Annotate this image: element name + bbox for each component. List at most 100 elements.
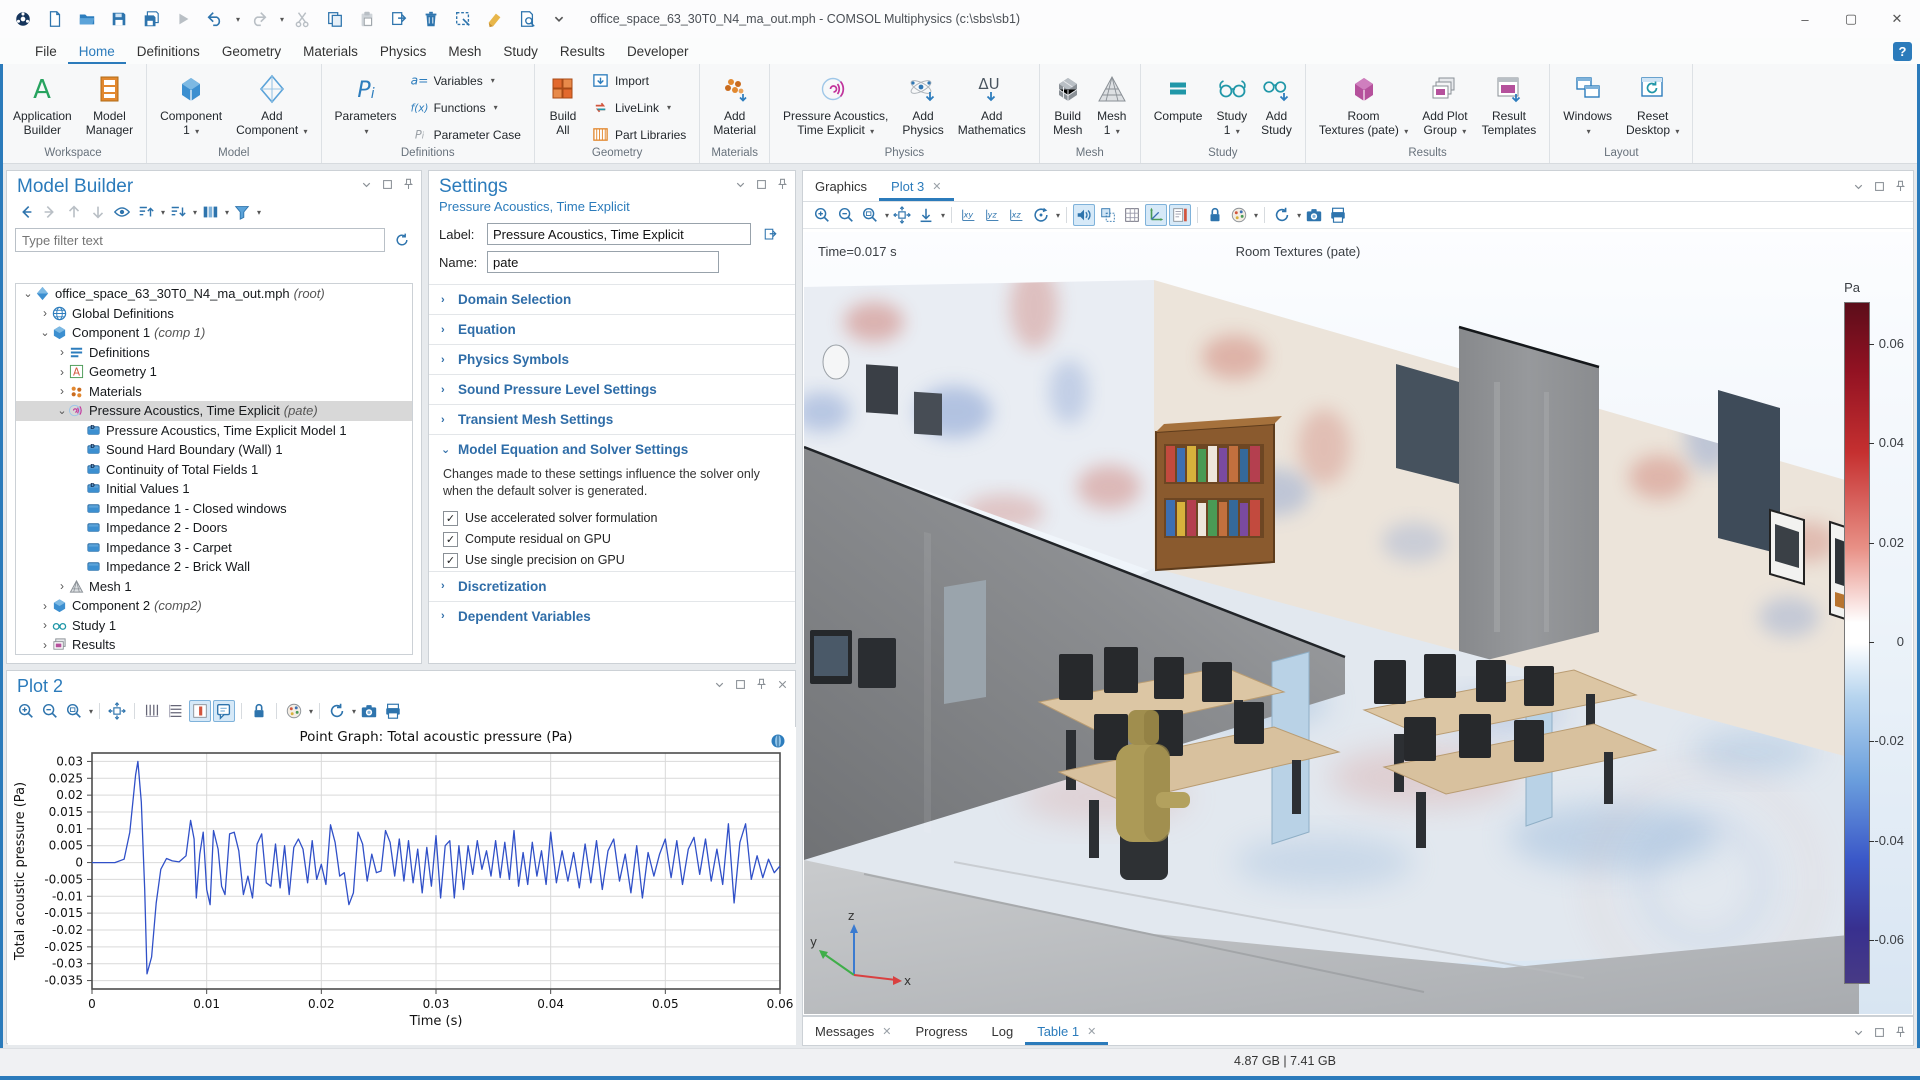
result-templates-button[interactable]: Result Templates bbox=[1475, 69, 1544, 146]
select-box-icon[interactable] bbox=[450, 6, 476, 32]
tree-item[interactable]: Impedance 2 - Brick Wall bbox=[16, 557, 412, 577]
tree-item[interactable]: D Initial Values 1 bbox=[16, 479, 412, 499]
tree-collapsed-arrow[interactable]: › bbox=[39, 306, 51, 320]
menu-file[interactable]: File bbox=[24, 41, 68, 64]
dropdown-caret-icon[interactable]: ▾ bbox=[236, 15, 240, 24]
menu-materials[interactable]: Materials bbox=[292, 41, 369, 64]
dropdown-caret-icon[interactable]: ▾ bbox=[161, 208, 165, 217]
view-yz-button[interactable]: yz bbox=[982, 204, 1004, 226]
add-physics-button[interactable]: Add Physics bbox=[895, 69, 950, 146]
section-header[interactable]: › Physics Symbols bbox=[429, 345, 795, 374]
section-header[interactable]: › Sound Pressure Level Settings bbox=[429, 375, 795, 404]
build-mesh-button[interactable]: Build Mesh bbox=[1046, 69, 1090, 146]
transparency-button[interactable] bbox=[1097, 204, 1119, 226]
panel-pin-button[interactable] bbox=[401, 177, 415, 191]
panel-menu-button[interactable] bbox=[359, 177, 373, 191]
dropdown-caret-icon[interactable]: ▾ bbox=[225, 208, 229, 217]
save-all-icon[interactable] bbox=[138, 6, 164, 32]
section-header[interactable]: › Transient Mesh Settings bbox=[429, 405, 795, 434]
mesh1-button[interactable]: Mesh 1 ▾ bbox=[1090, 69, 1134, 146]
tree-item[interactable]: D Continuity of Total Fields 1 bbox=[16, 460, 412, 480]
tree-collapsed-arrow[interactable]: › bbox=[56, 384, 68, 398]
tree-item[interactable]: › Definitions bbox=[16, 343, 412, 363]
tree-collapsed-arrow[interactable]: › bbox=[39, 618, 51, 632]
pressure-acoustics-button[interactable]: Pressure Acoustics, Time Explicit ▾ bbox=[776, 69, 895, 146]
room-textures-button[interactable]: Room Textures (pate) ▾ bbox=[1312, 69, 1415, 146]
parameters-button[interactable]: Pi Parameters ▾ bbox=[328, 69, 404, 146]
tree-collapsed-arrow[interactable]: › bbox=[56, 365, 68, 379]
tree-collapsed-arrow[interactable]: › bbox=[56, 579, 68, 593]
sort-asc-button[interactable] bbox=[135, 201, 157, 223]
dropdown-caret-icon[interactable]: ▾ bbox=[193, 208, 197, 217]
tree-item[interactable]: Impedance 3 - Carpet bbox=[16, 538, 412, 558]
panel-menu-button[interactable] bbox=[1851, 1025, 1865, 1039]
arrow-down-button[interactable] bbox=[87, 201, 109, 223]
windows-button[interactable]: Windows ▾ bbox=[1556, 69, 1619, 146]
paste-icon[interactable] bbox=[354, 6, 380, 32]
reset-desktop-button[interactable]: Reset Desktop ▾ bbox=[1619, 69, 1686, 146]
add-component-button[interactable]: Add Component ▾ bbox=[229, 69, 314, 146]
fit-button[interactable] bbox=[106, 700, 128, 722]
checkbox[interactable]: ✓ bbox=[443, 510, 458, 526]
panel-float-button[interactable] bbox=[1872, 179, 1886, 193]
point-graph-chart[interactable]: 0 0.01 0.02 0.03 0.04 0.05 0.06 0.03 0.025 0.02 0.… bbox=[8, 727, 796, 1045]
orient-button[interactable] bbox=[915, 204, 937, 226]
tree-item[interactable]: ⌄ Component 1 (comp 1) bbox=[16, 323, 412, 343]
add-material-button[interactable]: Add Material bbox=[706, 69, 763, 146]
view-xz-button[interactable]: xz bbox=[1006, 204, 1028, 226]
dropdown-caret-icon[interactable]: ▾ bbox=[257, 208, 261, 217]
rotate-button[interactable] bbox=[1030, 204, 1052, 226]
menu-home[interactable]: Home bbox=[68, 41, 126, 64]
name-field-input[interactable] bbox=[487, 251, 719, 273]
zoom-out-button[interactable] bbox=[39, 700, 61, 722]
help-button[interactable]: ? bbox=[1893, 42, 1912, 61]
panel-menu-button[interactable] bbox=[712, 677, 726, 691]
grid3d-button[interactable] bbox=[1121, 204, 1143, 226]
tree-collapsed-arrow[interactable]: › bbox=[39, 638, 51, 652]
tab-log[interactable]: Log bbox=[980, 1017, 1026, 1045]
run-icon[interactable] bbox=[170, 6, 196, 32]
arrow-up-button[interactable] bbox=[63, 201, 85, 223]
funnel-button[interactable] bbox=[231, 201, 253, 223]
minimize-button[interactable]: – bbox=[1782, 0, 1828, 38]
zoom-box-button[interactable] bbox=[859, 204, 881, 226]
model-manager-button[interactable]: Model Manager bbox=[79, 69, 140, 146]
maximize-button[interactable]: ▢ bbox=[1828, 0, 1874, 38]
tab-table-1[interactable]: Table 1 ✕ bbox=[1025, 1017, 1108, 1045]
dropdown-caret-icon[interactable]: ▾ bbox=[885, 211, 889, 220]
tree-item[interactable]: D Pressure Acoustics, Time Explicit Model… bbox=[16, 421, 412, 441]
lock-button[interactable] bbox=[248, 700, 270, 722]
section-header[interactable]: › Discretization bbox=[429, 572, 795, 601]
copy-icon[interactable] bbox=[322, 6, 348, 32]
menu-geometry[interactable]: Geometry bbox=[211, 41, 292, 64]
component-button[interactable]: Component 1 ▾ bbox=[153, 69, 229, 146]
dropdown-caret-icon[interactable]: ▾ bbox=[352, 707, 356, 716]
cut-icon[interactable] bbox=[290, 6, 316, 32]
tree-item[interactable]: ⌄ office_space_63_30T0_N4_ma_out.mph (root… bbox=[16, 284, 412, 304]
rename-button[interactable] bbox=[759, 223, 781, 245]
panel-close-button[interactable] bbox=[775, 677, 789, 691]
logo-icon[interactable] bbox=[10, 6, 36, 32]
tree-item[interactable]: › Materials bbox=[16, 382, 412, 402]
add-study-button[interactable]: Add Study bbox=[1254, 69, 1299, 146]
section-header[interactable]: › Domain Selection bbox=[429, 285, 795, 314]
lock-button[interactable] bbox=[1204, 204, 1226, 226]
close-button[interactable]: ✕ bbox=[1874, 0, 1920, 38]
tree-item[interactable]: ⌄ Pressure Acoustics, Time Explicit (pate) bbox=[16, 401, 412, 421]
new-file-icon[interactable] bbox=[42, 6, 68, 32]
tree-collapsed-arrow[interactable]: › bbox=[39, 599, 51, 613]
refresh-filter-icon[interactable] bbox=[391, 229, 413, 251]
arrow-right-button[interactable] bbox=[39, 201, 61, 223]
tree-expanded-arrow[interactable]: ⌄ bbox=[56, 404, 68, 417]
save-icon[interactable] bbox=[106, 6, 132, 32]
menu-physics[interactable]: Physics bbox=[369, 41, 438, 64]
grid-h-button[interactable] bbox=[165, 700, 187, 722]
tree-item[interactable]: › Global Definitions bbox=[16, 304, 412, 324]
sort-desc-button[interactable] bbox=[167, 201, 189, 223]
tree-expanded-arrow[interactable]: ⌄ bbox=[22, 287, 34, 300]
refresh-button[interactable] bbox=[1271, 204, 1293, 226]
label-field-input[interactable] bbox=[487, 223, 751, 245]
qat-chevron-icon[interactable] bbox=[546, 6, 572, 32]
section-header[interactable]: ⌄ Model Equation and Solver Settings bbox=[429, 435, 795, 464]
tab-progress[interactable]: Progress bbox=[903, 1017, 979, 1045]
